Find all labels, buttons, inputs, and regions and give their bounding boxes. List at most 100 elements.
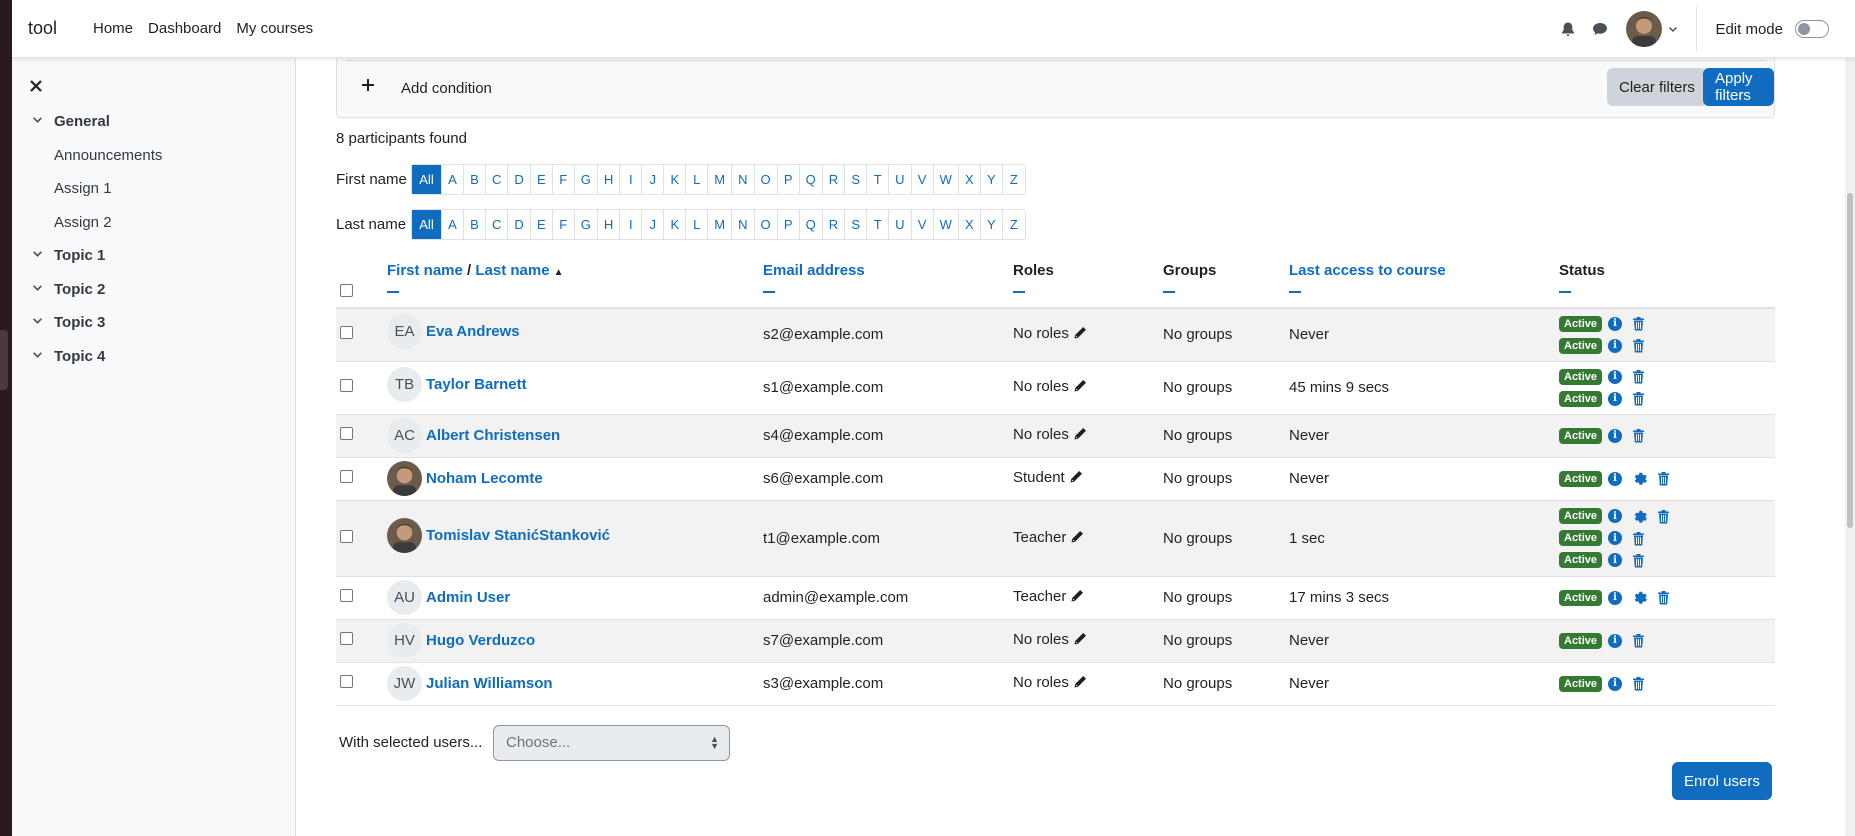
site-brand[interactable]: tool [28, 18, 57, 39]
pencil-icon[interactable] [1073, 327, 1087, 344]
first-initial-i[interactable]: I [620, 165, 643, 194]
user-name-link[interactable]: Tomislav StanićStanković [426, 527, 610, 544]
trash-icon[interactable] [1632, 391, 1645, 406]
first-initial-a[interactable]: A [442, 165, 464, 194]
nav-my-courses[interactable]: My courses [236, 20, 313, 37]
row-checkbox[interactable] [340, 675, 353, 688]
sort-last-name[interactable]: Last name [475, 262, 549, 279]
first-initial-j[interactable]: J [642, 165, 665, 194]
first-initial-y[interactable]: Y [981, 165, 1003, 194]
first-initial-m[interactable]: M [708, 165, 733, 194]
trash-icon[interactable] [1632, 676, 1645, 691]
trash-icon[interactable] [1632, 338, 1645, 353]
first-initial-t[interactable]: T [867, 165, 890, 194]
last-initial-all[interactable]: All [412, 210, 442, 239]
last-initial-m[interactable]: M [708, 210, 733, 239]
row-checkbox[interactable] [340, 379, 353, 392]
last-initial-i[interactable]: I [620, 210, 643, 239]
last-initial-b[interactable]: B [464, 210, 486, 239]
pencil-icon[interactable] [1070, 590, 1084, 607]
sort-email[interactable]: Email address [763, 262, 865, 279]
drawer-item-assign-1[interactable]: Assign 1 [54, 180, 112, 197]
row-checkbox[interactable] [340, 632, 353, 645]
row-checkbox[interactable] [340, 326, 353, 340]
trash-icon[interactable] [1657, 509, 1670, 524]
first-initial-s[interactable]: S [845, 165, 868, 194]
pencil-icon[interactable] [1073, 676, 1087, 693]
last-initial-o[interactable]: O [755, 210, 778, 239]
chevron-down-icon[interactable] [32, 314, 43, 329]
gear-icon[interactable] [1632, 509, 1647, 524]
first-initial-n[interactable]: N [732, 165, 755, 194]
first-initial-h[interactable]: H [598, 165, 621, 194]
row-checkbox[interactable] [340, 427, 353, 440]
avatar-initials[interactable]: AC [387, 418, 422, 453]
first-initial-c[interactable]: C [486, 165, 509, 194]
close-icon[interactable] [29, 76, 43, 99]
user-name-link[interactable]: Noham Lecomte [426, 470, 543, 487]
first-initial-u[interactable]: U [889, 165, 912, 194]
edit-mode-toggle[interactable] [1795, 20, 1829, 38]
bulk-action-select[interactable]: Choose... ▲ ▼ [493, 725, 730, 761]
trash-icon[interactable] [1632, 633, 1645, 648]
last-initial-v[interactable]: V [912, 210, 934, 239]
nav-dashboard[interactable]: Dashboard [148, 20, 221, 37]
last-initial-y[interactable]: Y [981, 210, 1003, 239]
user-name-link[interactable]: Hugo Verduzco [426, 632, 535, 649]
chevron-down-icon[interactable] [32, 281, 43, 296]
bell-icon[interactable] [1560, 21, 1576, 37]
drawer-section-topic-2[interactable]: Topic 2 [33, 281, 105, 298]
first-initial-g[interactable]: G [575, 165, 598, 194]
last-initial-n[interactable]: N [732, 210, 755, 239]
info-icon[interactable]: i [1608, 316, 1623, 331]
pencil-icon[interactable] [1073, 380, 1087, 397]
drawer-item-announcements[interactable]: Announcements [54, 147, 162, 164]
info-icon[interactable]: i [1608, 553, 1623, 567]
first-initial-q[interactable]: Q [800, 165, 823, 194]
pencil-icon[interactable] [1073, 633, 1087, 650]
avatar-initials[interactable]: EA [387, 314, 422, 350]
trash-icon[interactable] [1657, 471, 1670, 486]
last-initial-t[interactable]: T [867, 210, 890, 239]
hide-column-icon[interactable] [1163, 291, 1175, 293]
enrol-users-button[interactable]: Enrol users [1672, 762, 1772, 800]
last-initial-d[interactable]: D [508, 210, 531, 239]
pencil-icon[interactable] [1069, 471, 1083, 488]
last-initial-k[interactable]: K [664, 210, 687, 239]
last-initial-q[interactable]: Q [800, 210, 823, 239]
row-checkbox[interactable] [340, 529, 353, 543]
chevron-down-icon[interactable] [32, 247, 43, 262]
info-icon[interactable]: i [1608, 509, 1623, 523]
info-icon[interactable]: i [1608, 369, 1623, 384]
first-initial-f[interactable]: F [553, 165, 575, 194]
last-initial-w[interactable]: W [934, 210, 959, 239]
hide-column-icon[interactable] [763, 291, 775, 293]
page-scrollbar[interactable] [1845, 58, 1855, 836]
trash-icon[interactable] [1632, 428, 1645, 443]
info-icon[interactable]: i [1608, 428, 1623, 443]
first-initial-p[interactable]: P [778, 165, 800, 194]
avatar-initials[interactable]: TB [387, 367, 422, 402]
first-initial-k[interactable]: K [664, 165, 687, 194]
drawer-section-topic-1[interactable]: Topic 1 [33, 247, 105, 264]
last-initial-j[interactable]: J [642, 210, 665, 239]
trash-icon[interactable] [1632, 553, 1645, 568]
pencil-icon[interactable] [1073, 428, 1087, 445]
last-initial-u[interactable]: U [889, 210, 912, 239]
chat-icon[interactable] [1592, 21, 1608, 37]
user-name-link[interactable]: Admin User [426, 589, 510, 606]
last-initial-e[interactable]: E [531, 210, 553, 239]
first-initial-w[interactable]: W [934, 165, 959, 194]
avatar[interactable] [387, 461, 422, 496]
info-icon[interactable]: i [1608, 633, 1623, 648]
first-initial-b[interactable]: B [464, 165, 486, 194]
avatar-initials[interactable]: AU [387, 580, 422, 615]
row-checkbox[interactable] [340, 470, 353, 483]
trash-icon[interactable] [1657, 590, 1670, 605]
first-initial-all[interactable]: All [412, 165, 442, 194]
add-condition-button[interactable]: Add condition [401, 80, 492, 97]
user-name-link[interactable]: Taylor Barnett [426, 376, 527, 393]
first-initial-e[interactable]: E [531, 165, 553, 194]
sort-last-access[interactable]: Last access to course [1289, 262, 1446, 279]
pencil-icon[interactable] [1070, 530, 1084, 548]
